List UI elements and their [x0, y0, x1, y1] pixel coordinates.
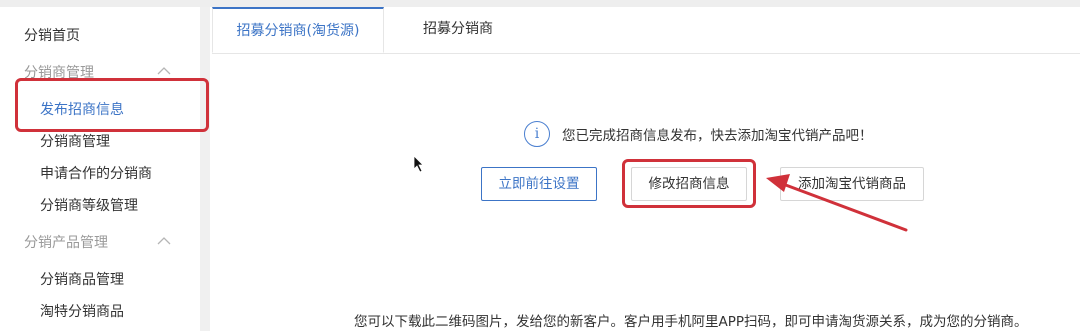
mouse-cursor-icon: [413, 155, 424, 173]
qr-instruction-text: 您可以下载此二维码图片，发给您的新客户。客户用手机阿里APP扫码，即可申请淘货源…: [354, 314, 1028, 330]
annotation-arrow-icon: [766, 174, 908, 232]
